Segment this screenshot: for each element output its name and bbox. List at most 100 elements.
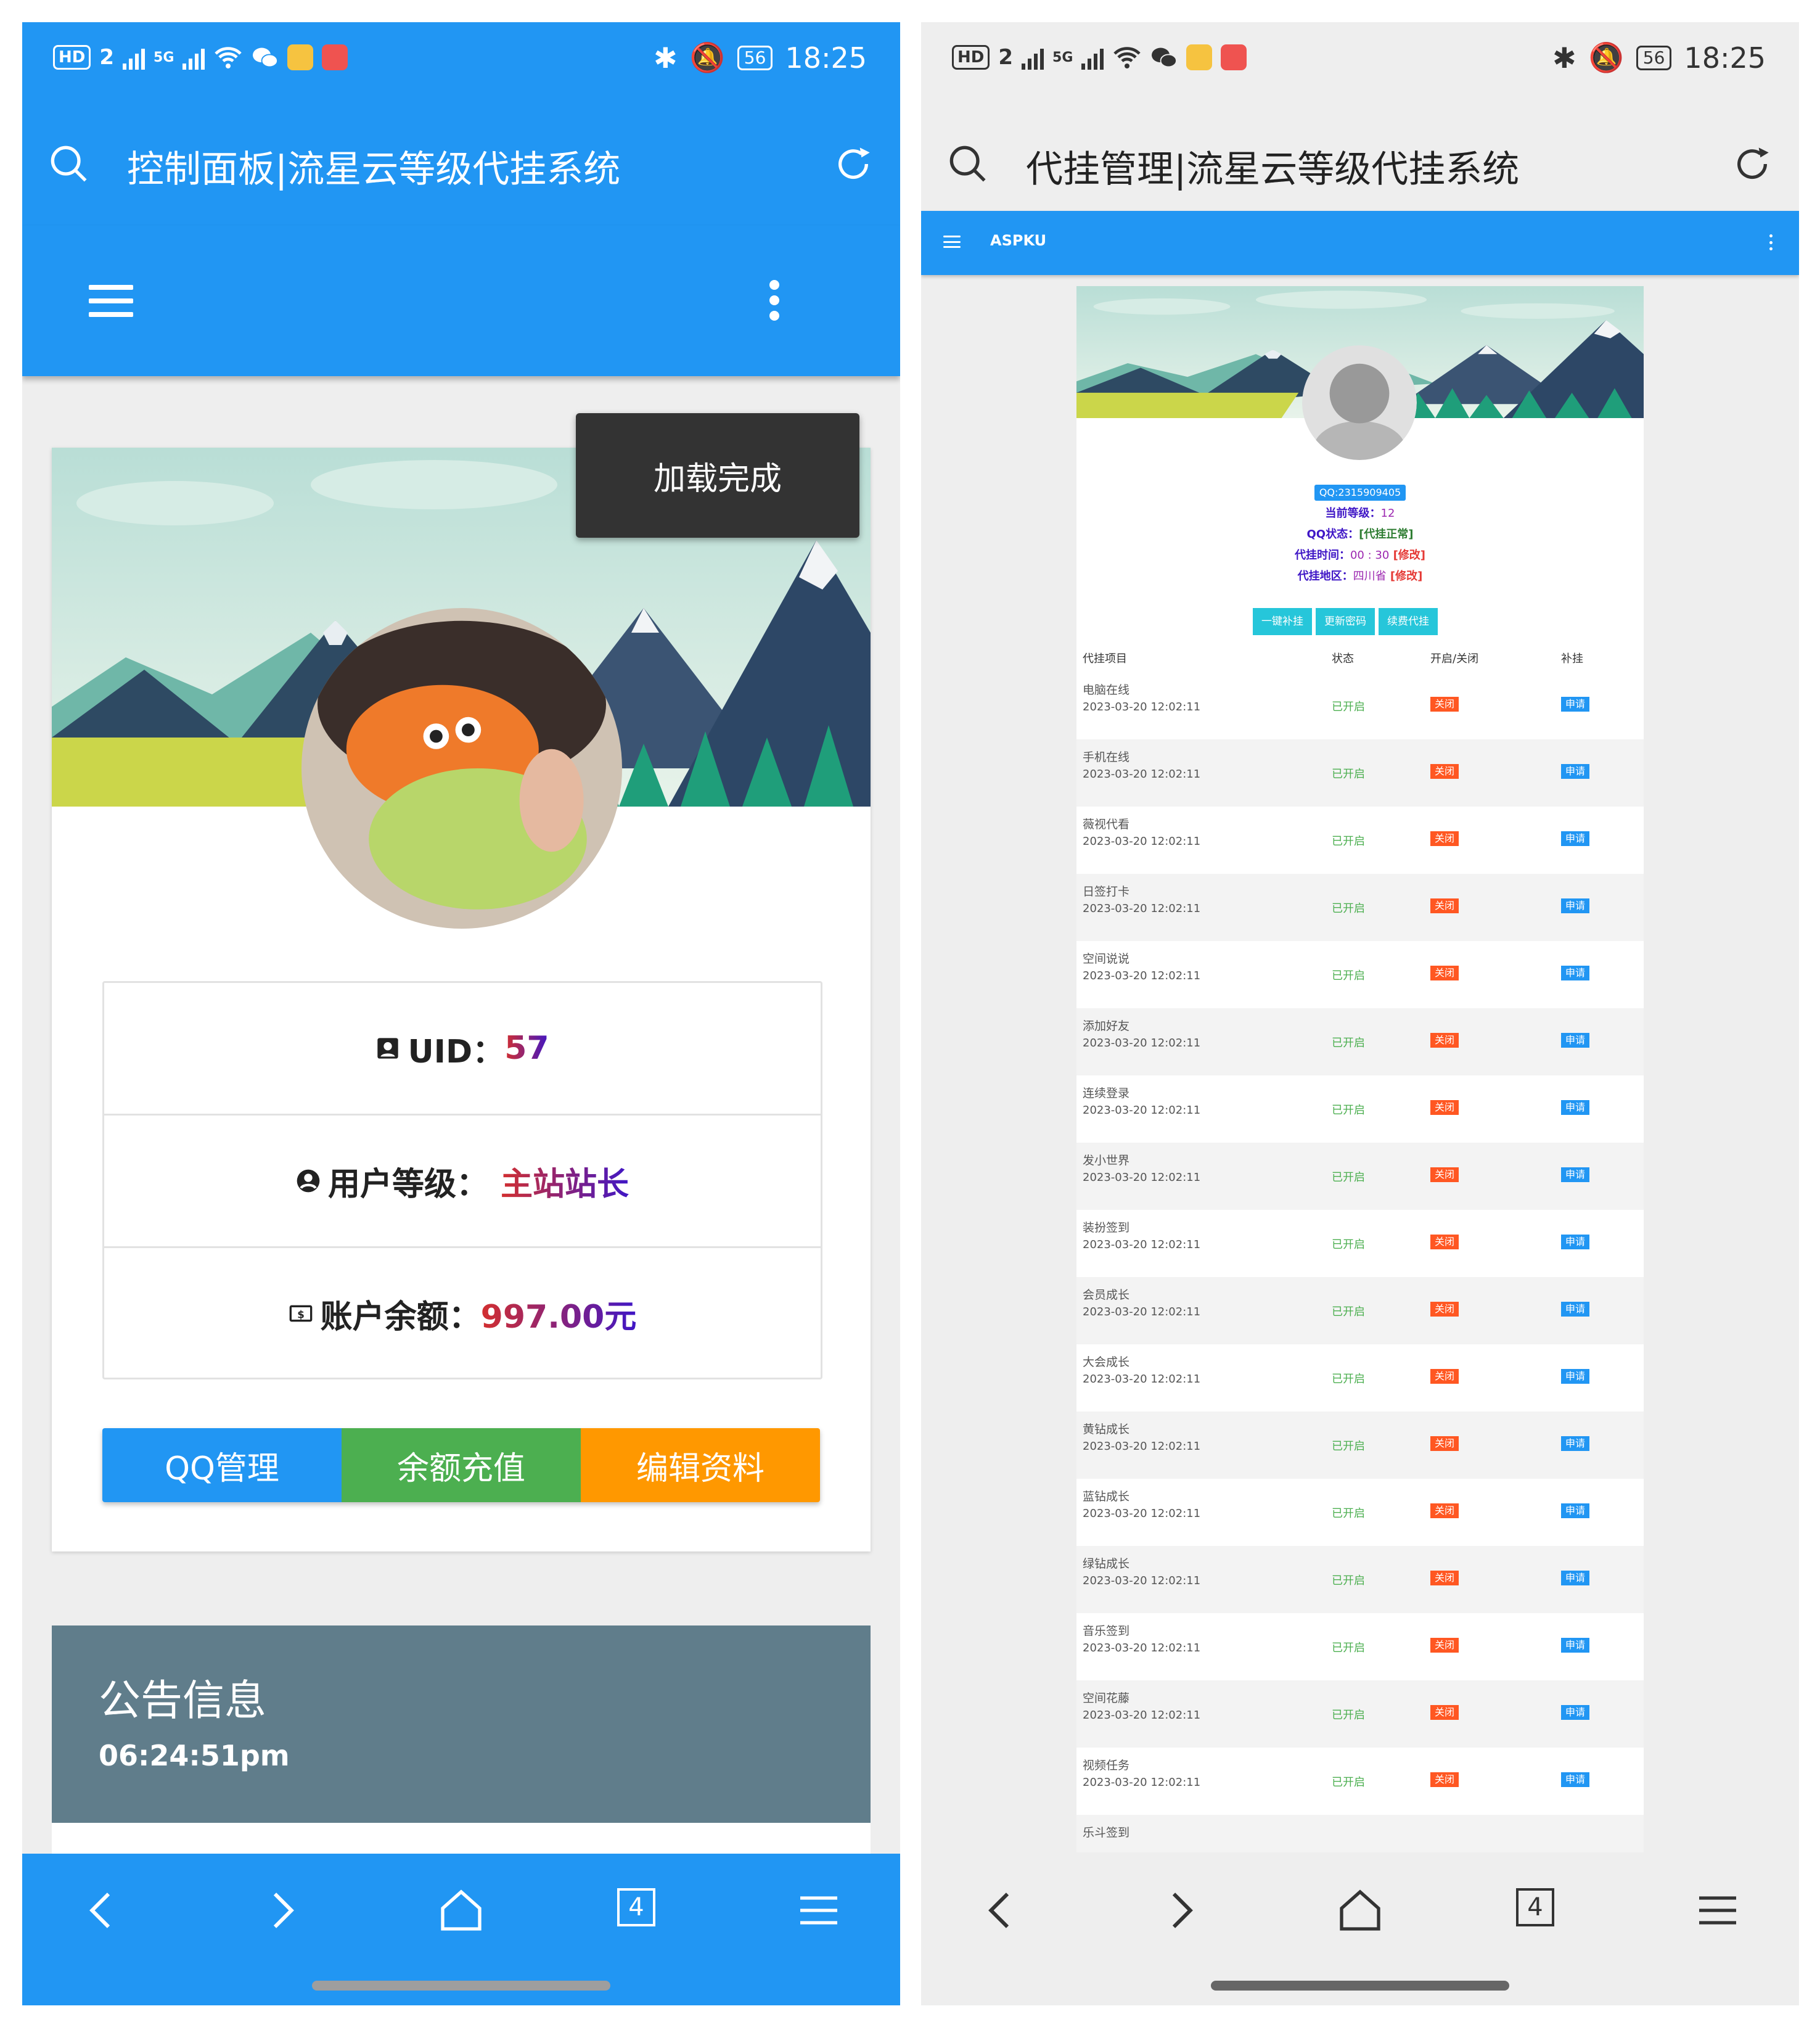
- apply-button[interactable]: 申请: [1561, 1302, 1590, 1317]
- apply-button[interactable]: 申请: [1561, 1436, 1590, 1451]
- search-icon[interactable]: [49, 144, 89, 184]
- qq-manage-button[interactable]: QQ管理: [102, 1428, 342, 1502]
- apply-button[interactable]: 申请: [1561, 1167, 1590, 1182]
- apply-button[interactable]: 申请: [1561, 1503, 1590, 1518]
- 5g-indicator: 5G: [154, 49, 174, 65]
- apply-button[interactable]: 申请: [1561, 1235, 1590, 1249]
- browser-menu-icon[interactable]: [794, 1886, 843, 1935]
- close-button[interactable]: 关闭: [1430, 1503, 1459, 1518]
- col-item: 代挂项目: [1083, 652, 1127, 665]
- browser-url-bar[interactable]: 代挂管理|流星云等级代挂系统: [921, 102, 1799, 211]
- edit-region-link[interactable]: [修改]: [1390, 570, 1422, 583]
- apply-button[interactable]: 申请: [1561, 1033, 1590, 1048]
- close-button[interactable]: 关闭: [1430, 1705, 1459, 1720]
- task-status: 已开启: [1332, 1305, 1365, 1318]
- task-status: 已开启: [1332, 1171, 1365, 1184]
- browser-bottom-nav: 4: [921, 1854, 1799, 2005]
- notice-clock: 06:24:51pm: [99, 1739, 290, 1772]
- close-button[interactable]: 关闭: [1430, 1100, 1459, 1115]
- task-time: 2023-03-20 12:02:11: [1083, 1037, 1201, 1050]
- task-status: 已开启: [1332, 1440, 1365, 1453]
- apply-button[interactable]: 申请: [1561, 898, 1590, 913]
- tabs-button[interactable]: 4: [617, 1888, 655, 1926]
- table-row: 连续登录 2023-03-20 12:02:11 已开启 关闭 申请: [1076, 1075, 1644, 1143]
- app-notification-icon: [1221, 44, 1247, 70]
- apply-button[interactable]: 申请: [1561, 1638, 1590, 1653]
- balance-row: $ 账户余额： 997.00元: [104, 1248, 821, 1379]
- edit-profile-button[interactable]: 编辑资料: [581, 1428, 820, 1502]
- task-status: 已开启: [1332, 1574, 1365, 1587]
- apply-button[interactable]: 申请: [1561, 831, 1590, 846]
- menu-icon[interactable]: [943, 236, 961, 248]
- signal-icon: [123, 45, 146, 70]
- home-icon[interactable]: [437, 1886, 486, 1935]
- notice-panel: 公告信息 06:24:51pm: [52, 1625, 871, 1823]
- task-time: 2023-03-20 12:02:11: [1083, 902, 1201, 915]
- page-title[interactable]: 代挂管理|流星云等级代挂系统: [1026, 139, 1519, 193]
- update-password-button[interactable]: 更新密码: [1316, 608, 1375, 635]
- recharge-button[interactable]: 余额充值: [342, 1428, 581, 1502]
- edit-time-link[interactable]: [修改]: [1393, 549, 1425, 562]
- task-name: 乐斗签到: [1083, 1826, 1130, 1839]
- close-button[interactable]: 关闭: [1430, 831, 1459, 846]
- close-button[interactable]: 关闭: [1430, 966, 1459, 980]
- renew-button[interactable]: 续费代挂: [1379, 608, 1438, 635]
- close-button[interactable]: 关闭: [1430, 1436, 1459, 1451]
- task-name: 绿钻成长: [1083, 1557, 1130, 1571]
- more-options-icon[interactable]: [1768, 234, 1773, 250]
- close-button[interactable]: 关闭: [1430, 764, 1459, 779]
- apply-button[interactable]: 申请: [1561, 1571, 1590, 1585]
- refresh-icon[interactable]: [834, 144, 873, 184]
- col-replenish: 补挂: [1561, 652, 1583, 665]
- search-icon[interactable]: [948, 144, 988, 184]
- apply-button[interactable]: 申请: [1561, 1772, 1590, 1787]
- apply-button[interactable]: 申请: [1561, 966, 1590, 980]
- apply-button[interactable]: 申请: [1561, 1100, 1590, 1115]
- task-time: 2023-03-20 12:02:11: [1083, 1104, 1201, 1117]
- level-line: 当前等级：12: [1325, 507, 1395, 520]
- task-name: 视频任务: [1083, 1759, 1130, 1772]
- task-name: 发小世界: [1083, 1154, 1130, 1167]
- browser-url-bar[interactable]: 控制面板|流星云等级代挂系统: [22, 102, 900, 226]
- browser-menu-icon[interactable]: [1693, 1886, 1742, 1935]
- more-options-icon[interactable]: [768, 280, 781, 321]
- close-button[interactable]: 关闭: [1430, 1369, 1459, 1384]
- uid-value: 57: [504, 1030, 549, 1067]
- forward-icon[interactable]: [1155, 1886, 1205, 1935]
- one-click-replenish-button[interactable]: 一键补挂: [1253, 608, 1312, 635]
- close-button[interactable]: 关闭: [1430, 1772, 1459, 1787]
- signal-5g-icon: [182, 45, 205, 70]
- forward-icon[interactable]: [256, 1886, 306, 1935]
- status-bar: HD 2 5G ✱ 🔕 56 18:25: [22, 22, 900, 102]
- task-status: 已开启: [1332, 1507, 1365, 1520]
- close-button[interactable]: 关闭: [1430, 1638, 1459, 1653]
- back-icon[interactable]: [977, 1886, 1026, 1935]
- close-button[interactable]: 关闭: [1430, 898, 1459, 913]
- apply-button[interactable]: 申请: [1561, 764, 1590, 779]
- close-button[interactable]: 关闭: [1430, 697, 1459, 712]
- apply-button[interactable]: 申请: [1561, 1705, 1590, 1720]
- apply-button[interactable]: 申请: [1561, 697, 1590, 712]
- page-title[interactable]: 控制面板|流星云等级代挂系统: [127, 139, 620, 193]
- table-row: 视频任务 2023-03-20 12:02:11 已开启 关闭 申请: [1076, 1748, 1644, 1815]
- task-name: 手机在线: [1083, 750, 1130, 764]
- home-icon[interactable]: [1335, 1886, 1385, 1935]
- tabs-button[interactable]: 4: [1516, 1888, 1554, 1926]
- back-icon[interactable]: [78, 1886, 127, 1935]
- task-name: 添加好友: [1083, 1019, 1130, 1033]
- apply-button[interactable]: 申请: [1561, 1369, 1590, 1384]
- region-line: 代挂地区：四川省 [修改]: [1297, 570, 1423, 583]
- task-name: 薇视代看: [1083, 818, 1130, 831]
- menu-icon[interactable]: [89, 285, 133, 317]
- task-status: 已开启: [1332, 1709, 1365, 1722]
- close-button[interactable]: 关闭: [1430, 1571, 1459, 1585]
- close-button[interactable]: 关闭: [1430, 1033, 1459, 1048]
- gesture-bar[interactable]: [312, 1981, 610, 1991]
- close-button[interactable]: 关闭: [1430, 1235, 1459, 1249]
- gesture-bar[interactable]: [1211, 1981, 1509, 1991]
- refresh-icon[interactable]: [1732, 144, 1772, 184]
- close-button[interactable]: 关闭: [1430, 1302, 1459, 1317]
- task-status: 已开启: [1332, 1776, 1365, 1789]
- close-button[interactable]: 关闭: [1430, 1167, 1459, 1182]
- task-time: 2023-03-20 12:02:11: [1083, 969, 1201, 982]
